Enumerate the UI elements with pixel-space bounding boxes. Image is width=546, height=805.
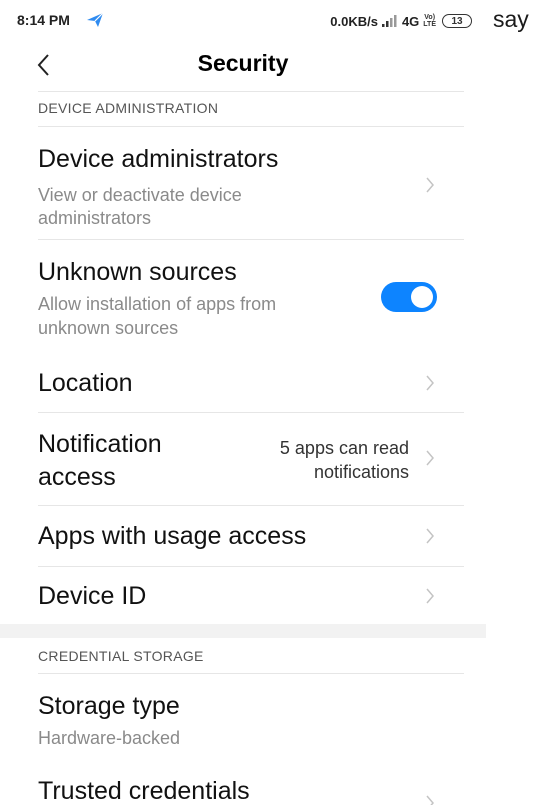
screen: 8:14 PM 0.0KB/s 4G Vo) LTE 13 Security D… [0,0,546,805]
trusted-credentials-item[interactable]: Trusted credentials [0,762,486,805]
device-id-title: Device ID [38,582,147,610]
storage-type-title: Storage type [38,692,180,720]
device-administrators-item[interactable]: Device administrators View or deactivate… [0,127,486,239]
app-header: Security [0,42,486,92]
outside-text: say [493,6,529,32]
chevron-right-icon [426,795,434,805]
unknown-sources-item[interactable]: Unknown sources Allow installation of ap… [0,240,486,353]
status-indicators: 0.0KB/s 4G Vo) LTE 13 [330,11,472,31]
network-type: 4G [401,13,420,29]
notification-access-value-line1: 5 apps can read [279,438,409,458]
apps-with-usage-access-title: Apps with usage access [38,522,307,550]
phone-screen: 8:14 PM 0.0KB/s 4G Vo) LTE 13 Security D… [0,0,486,805]
chevron-right-icon [426,528,434,544]
trusted-credentials-title: Trusted credentials [38,777,250,805]
notification-access-title-line2: access [38,463,116,491]
page-title: Security [197,50,289,76]
chevron-right-icon [426,177,434,193]
chevron-right-icon [426,450,434,466]
status-bar: 8:14 PM 0.0KB/s 4G Vo) LTE 13 [0,0,486,42]
paper-plane-icon [87,12,104,27]
notification-access-title-line1: Notification [38,430,162,458]
section-header-credential-storage: CREDENTIAL STORAGE [38,648,204,664]
chevron-right-icon [426,375,434,391]
status-time: 8:14 PM [17,12,70,28]
unknown-sources-title: Unknown sources [38,258,237,286]
apps-with-usage-access-item[interactable]: Apps with usage access [0,506,486,566]
section-separator [0,624,486,638]
volte-icon: Vo) LTE [423,14,436,28]
location-item[interactable]: Location [0,354,486,412]
section-header-device-administration: DEVICE ADMINISTRATION [38,100,219,116]
device-id-item[interactable]: Device ID [0,567,486,624]
notification-access-item[interactable]: Notification access 5 apps can read noti… [0,413,486,505]
battery-icon: 13 [442,14,472,28]
device-administrators-title: Device administrators [38,145,279,173]
unknown-sources-subtitle-line2: unknown sources [38,318,179,338]
location-title: Location [38,369,133,397]
signal-icon [381,15,397,27]
divider [38,91,464,92]
network-speed: 0.0KB/s [330,13,378,29]
storage-type-item[interactable]: Storage type Hardware-backed [0,674,486,762]
device-administrators-subtitle-line1: View or deactivate device [38,185,242,205]
storage-type-subtitle: Hardware-backed [38,728,181,748]
notification-access-value-line2: notifications [313,462,409,482]
device-administrators-subtitle-line2: administrators [38,208,152,228]
toggle-knob [411,286,433,308]
chevron-right-icon [426,588,434,604]
unknown-sources-toggle[interactable] [381,282,437,312]
unknown-sources-subtitle-line1: Allow installation of apps from [38,294,277,314]
